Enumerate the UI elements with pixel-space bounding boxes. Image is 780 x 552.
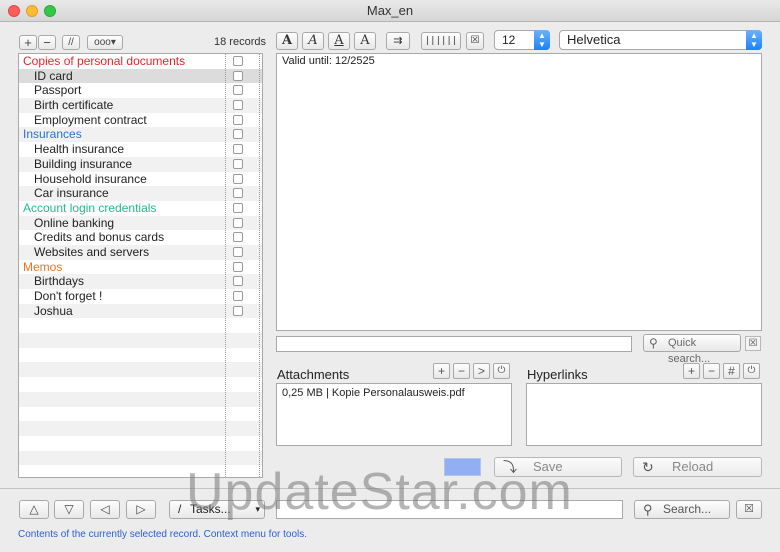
attachments-list[interactable]: 0,25 MB | Kopie Personalausweis.pdf [276,383,512,446]
record-label: Websites and servers [34,244,150,259]
underline-button[interactable]: A [328,32,350,50]
record-label: Household insurance [34,171,147,186]
indent-icon[interactable]: ⇉ [386,32,410,50]
search-button[interactable]: ⚲ Search... [634,500,730,519]
attachment-item[interactable]: 0,25 MB | Kopie Personalausweis.pdf [282,387,506,399]
quick-search-label: Quick search... [668,337,711,365]
previous-record-icon[interactable]: ◁ [90,500,120,519]
next-record-icon[interactable]: ▷ [126,500,156,519]
add-record-button[interactable]: + [19,35,37,50]
record-checkbox[interactable] [233,129,243,140]
quick-search-button[interactable]: ⚲ Quick search... [643,334,741,365]
magnifier-icon: ⚲ [649,336,658,350]
watermark: UpdateStar.com [186,463,573,521]
record-editor[interactable]: Valid until: 12/2525 [276,53,762,331]
records-count: 18 records [214,36,266,48]
clear-format-icon[interactable]: ☒ [466,32,484,50]
quick-search-input[interactable] [276,336,632,352]
record-checkbox[interactable] [233,144,243,155]
record-label: Birthdays [34,274,85,289]
select-arrows-icon: ▲ ▼ [746,30,762,50]
record-list[interactable]: Copies of personal documents ID card Passp… [18,53,263,478]
magnifier-icon: ⚲ [643,502,653,517]
remove-attachment-button[interactable]: − [453,363,470,379]
first-record-icon[interactable]: △ [19,500,49,519]
record-label: Credits and bonus cards [34,230,165,245]
power-icon[interactable]: ⏻ [743,363,760,379]
editor-text: Valid until: 12/2525 [282,55,375,67]
minimize-window-button[interactable] [26,5,38,17]
category-label: Insurances [23,127,82,142]
title-bar: Max_en [0,0,780,22]
font-size-value: 12 [502,33,516,47]
italic-button[interactable]: A [302,32,324,50]
record-checkbox[interactable] [233,173,243,184]
record-label: Passport [34,83,82,98]
record-checkbox[interactable] [233,70,243,81]
bold-button[interactable]: A [276,32,298,50]
remove-record-button[interactable]: − [38,35,56,50]
column-separator [259,54,260,477]
record-label: ID card [34,68,73,83]
record-checkbox[interactable] [233,158,243,169]
record-label: Employment contract [34,112,147,127]
category-label: Copies of personal documents [23,54,186,68]
barcode-icon[interactable]: |||||| [421,32,461,50]
add-hyperlink-button[interactable]: + [683,363,700,379]
clear-search-icon[interactable]: ☒ [745,336,761,351]
reload-icon: ↻ [642,459,654,475]
record-checkbox[interactable] [233,188,243,199]
record-label: Online banking [34,215,115,230]
column-separator [225,54,226,477]
last-record-icon[interactable]: ▽ [54,500,84,519]
record-label: Don't forget ! [34,289,103,303]
category-label: Account login credentials [23,200,157,215]
font-family-value: Helvetica [567,32,621,47]
hash-icon[interactable]: # [723,363,740,379]
category-label: Memos [23,259,63,274]
record-label: Health insurance [34,142,125,157]
pause-button[interactable]: // [62,35,80,50]
stepper-arrows-icon[interactable]: ▲ ▼ [534,30,550,50]
record-checkbox[interactable] [233,217,243,228]
record-checkbox[interactable] [233,100,243,111]
power-icon[interactable]: ⏻ [493,363,510,379]
record-checkbox[interactable] [233,232,243,243]
record-checkbox[interactable] [233,114,243,125]
record-checkbox[interactable] [233,56,243,66]
record-label: Birth certificate [34,98,114,113]
hyperlinks-list[interactable] [526,383,762,446]
record-label: Building insurance [34,156,133,171]
clear-bottom-search-icon[interactable]: ☒ [736,500,762,519]
hyperlinks-title: Hyperlinks [527,367,588,382]
record-checkbox[interactable] [233,276,243,287]
record-checkbox[interactable] [233,202,243,213]
zoom-window-button[interactable] [44,5,56,17]
reload-button[interactable]: ↻ Reload [633,457,762,477]
record-checkbox[interactable] [233,305,243,316]
record-checkbox[interactable] [233,246,243,257]
record-checkbox[interactable] [233,85,243,96]
record-label: Car insurance [34,186,109,201]
remove-hyperlink-button[interactable]: − [703,363,720,379]
font-size-stepper[interactable]: 12 ▲ ▼ [494,30,550,50]
more-options-button[interactable]: ooo▾ [87,35,123,50]
record-label: Joshua [34,303,73,318]
add-attachment-button[interactable]: + [433,363,450,379]
window-title: Max_en [366,3,414,18]
close-window-button[interactable] [8,5,20,17]
record-checkbox[interactable] [233,261,243,272]
status-text: Contents of the currently selected recor… [18,529,308,540]
open-attachment-button[interactable]: > [473,363,490,379]
attachments-title: Attachments [277,367,350,382]
plain-text-button[interactable]: A [354,32,376,50]
record-checkbox[interactable] [233,291,243,301]
pen-icon: / [178,502,182,516]
font-family-select[interactable]: Helvetica ▲ ▼ [559,30,762,50]
